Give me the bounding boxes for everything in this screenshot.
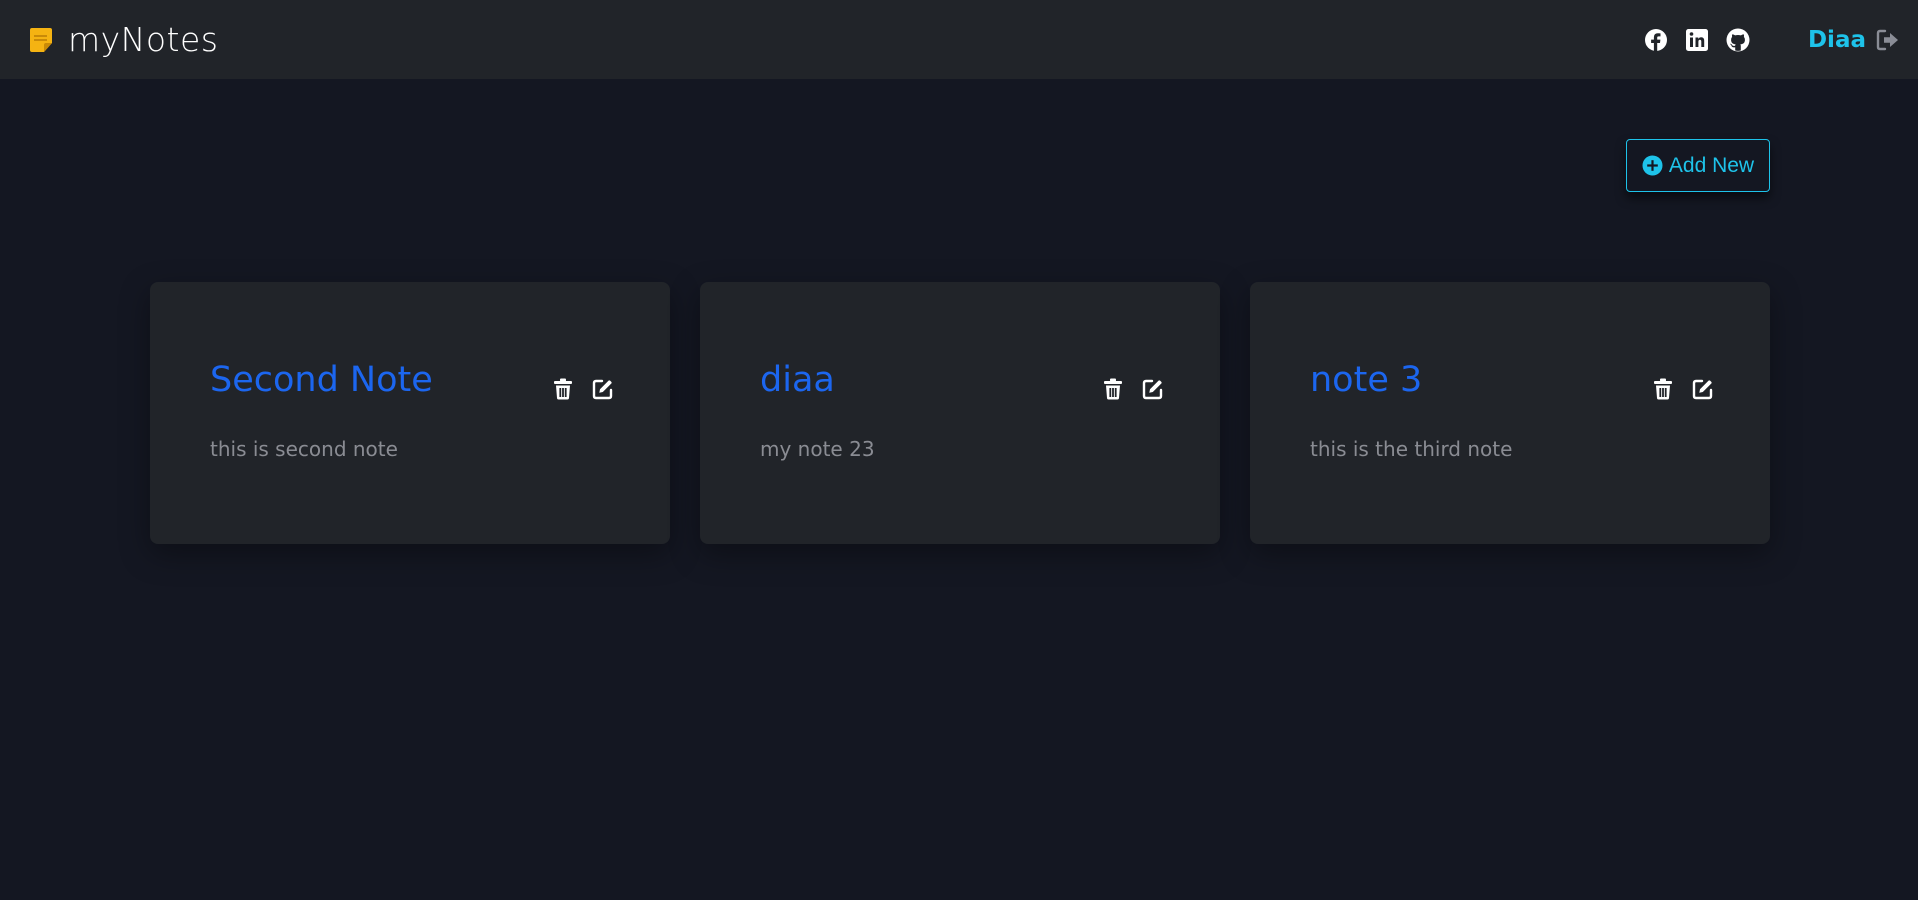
trash-icon[interactable] [1102,378,1124,400]
note-actions [1102,378,1164,400]
sticky-note-icon [28,27,54,53]
username-link[interactable]: Diaa [1808,27,1866,53]
linkedin-icon[interactable] [1685,28,1709,52]
brand-name: myNotes [68,20,219,59]
trash-icon[interactable] [552,378,574,400]
navbar: myNotes Diaa [0,0,1918,79]
facebook-icon[interactable] [1644,28,1668,52]
plus-circle-icon [1642,155,1663,176]
note-title[interactable]: note 3 [1310,360,1422,400]
note-body: this is second note [210,437,398,461]
note-title[interactable]: diaa [760,360,835,400]
sign-out-icon[interactable] [1876,29,1900,51]
note-card: note 3 this is the third note [1250,282,1770,544]
note-title[interactable]: Second Note [210,360,433,400]
brand-link[interactable]: myNotes [28,20,219,59]
note-card: diaa my note 23 [700,282,1220,544]
user-area: Diaa [1808,27,1900,53]
note-card: Second Note this is second note [150,282,670,544]
edit-icon[interactable] [592,378,614,400]
note-actions [552,378,614,400]
trash-icon[interactable] [1652,378,1674,400]
note-body: my note 23 [760,437,875,461]
add-new-label: Add New [1668,153,1755,177]
note-actions [1652,378,1714,400]
github-icon[interactable] [1726,28,1750,52]
note-body: this is the third note [1310,437,1513,461]
edit-icon[interactable] [1142,378,1164,400]
nav-right: Diaa [1644,27,1900,53]
social-links [1644,28,1750,52]
edit-icon[interactable] [1692,378,1714,400]
add-new-button[interactable]: Add New [1626,139,1770,192]
